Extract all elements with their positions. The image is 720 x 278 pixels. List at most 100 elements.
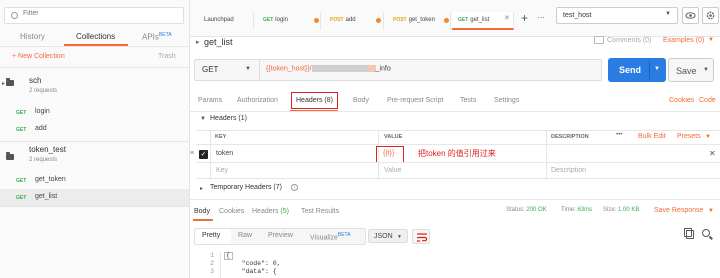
time-label: Time: xyxy=(561,207,576,213)
eye-icon[interactable] xyxy=(682,7,699,24)
description-input[interactable]: Description xyxy=(551,167,586,174)
more-tabs-button[interactable]: ··· xyxy=(537,13,545,22)
save-button[interactable]: Save ▼ xyxy=(668,58,714,82)
tab-apis-label: APIs xyxy=(142,32,159,42)
tab-add[interactable]: POST add xyxy=(322,12,384,30)
new-collection-button[interactable]: + New Collection xyxy=(12,53,65,60)
request-item-add[interactable]: add xyxy=(35,125,47,132)
cookies-link[interactable]: Cookies xyxy=(669,97,694,104)
response-tab-cookies[interactable]: Cookies xyxy=(219,208,244,215)
collapse-arrow-icon[interactable]: ▸ xyxy=(196,38,200,46)
drag-handle-icon[interactable]: ≡ xyxy=(190,150,194,157)
temporary-headers-toggle[interactable]: Temporary Headers (7) xyxy=(210,184,282,191)
more-options-icon[interactable]: ••• xyxy=(616,132,622,138)
request-item-get-list[interactable]: get_list xyxy=(35,193,57,200)
header-key[interactable]: token xyxy=(216,150,233,157)
filter-input[interactable] xyxy=(23,10,173,17)
bulk-edit-link[interactable]: Bulk Edit xyxy=(638,133,666,140)
chevron-down-icon[interactable]: ▼ xyxy=(703,67,709,73)
code-link[interactable]: Code xyxy=(699,97,716,104)
divider xyxy=(649,61,650,79)
collapse-arrow-icon[interactable]: ▸ xyxy=(2,80,5,87)
view-raw[interactable]: Raw xyxy=(238,232,252,239)
trash-link[interactable]: Trash xyxy=(158,53,176,60)
presets-link[interactable]: Presets xyxy=(677,133,701,140)
expand-arrow-icon[interactable]: ▼ xyxy=(200,116,206,122)
redacted-url-segment xyxy=(311,65,368,72)
tab-tests[interactable]: Tests xyxy=(460,97,476,104)
delete-row-icon[interactable]: ✕ xyxy=(709,149,716,158)
tab-login[interactable]: GET login xyxy=(255,12,321,30)
view-pretty[interactable]: Pretty xyxy=(202,232,220,239)
tab-get-token[interactable]: POST get_token xyxy=(385,12,451,30)
row-enabled-checkbox[interactable]: ✓ xyxy=(199,150,208,159)
tab-pre-request-script[interactable]: Pre-request Script xyxy=(387,97,443,104)
view-visualize[interactable]: VisualizeBETA xyxy=(310,232,351,241)
send-button[interactable]: Send ▼ xyxy=(608,58,666,82)
view-preview[interactable]: Preview xyxy=(268,232,293,239)
gear-icon[interactable] xyxy=(702,7,719,24)
code-line: "data": { xyxy=(226,268,277,275)
value-input[interactable]: Value xyxy=(384,167,401,174)
tab-history[interactable]: History xyxy=(20,32,45,41)
tab-body[interactable]: Body xyxy=(353,97,369,104)
chevron-down-icon: ▼ xyxy=(708,208,714,214)
column-value: VALUE xyxy=(384,134,403,140)
tab-apis[interactable]: APIsBETA xyxy=(142,32,172,42)
filter-field[interactable] xyxy=(4,7,184,24)
chevron-down-icon[interactable]: ▼ xyxy=(654,66,660,72)
tab-params[interactable]: Params xyxy=(198,97,222,104)
request-item-get-token[interactable]: get_token xyxy=(35,176,66,183)
tab-launchpad[interactable]: Launchpad xyxy=(192,12,254,30)
expand-arrow-icon[interactable]: ▸ xyxy=(200,185,203,192)
environment-value: test_host xyxy=(563,12,592,19)
collection-count: 2 requests xyxy=(29,88,58,94)
divider xyxy=(190,199,720,200)
beta-badge: BETA xyxy=(158,32,172,38)
request-method: GET xyxy=(16,178,27,184)
tab-settings[interactable]: Settings xyxy=(494,97,519,104)
response-tab-test-results[interactable]: Test Results xyxy=(301,208,339,215)
collection-name[interactable]: token_test xyxy=(29,145,66,154)
new-tab-button[interactable]: + xyxy=(521,11,528,25)
response-tab-headers[interactable]: Headers (5) xyxy=(252,208,289,215)
header-value[interactable]: {{t}} xyxy=(383,150,394,157)
send-label: Send xyxy=(619,65,642,75)
format-select[interactable]: JSON ▼ xyxy=(368,229,408,243)
request-name[interactable]: get_list xyxy=(204,37,233,47)
chevron-down-icon: ▼ xyxy=(397,234,402,240)
info-icon[interactable]: i xyxy=(291,184,298,191)
url-input[interactable]: {{token_host}}/ _info xyxy=(266,65,391,72)
examples-link[interactable]: Examples (0) xyxy=(663,37,704,44)
selected-row xyxy=(0,189,189,206)
search-icon xyxy=(11,12,18,19)
tab-label: get_list xyxy=(470,17,490,23)
divider xyxy=(0,46,189,47)
request-item-login[interactable]: login xyxy=(35,108,50,115)
tab-collections[interactable]: Collections xyxy=(76,32,115,41)
method-select[interactable]: GET ▼ xyxy=(194,59,260,81)
size-label: Size: xyxy=(603,207,617,213)
response-status: Status: 200 OK xyxy=(506,207,547,213)
tab-headers[interactable]: Headers (8) xyxy=(296,97,333,104)
search-icon-handle xyxy=(709,235,713,240)
environment-select[interactable]: test_host ▼ xyxy=(556,7,678,24)
folder-icon xyxy=(6,152,14,160)
collection-name[interactable]: sch xyxy=(29,76,41,85)
divider xyxy=(190,111,720,112)
tab-authorization[interactable]: Authorization xyxy=(237,97,278,104)
close-tab-icon[interactable]: ✕ xyxy=(504,14,510,22)
code-line: { xyxy=(226,252,230,259)
column-divider xyxy=(546,130,547,178)
table-border xyxy=(196,130,720,131)
response-tab-body[interactable]: Body xyxy=(194,208,210,215)
key-input[interactable]: Key xyxy=(216,167,228,174)
wrap-lines-button[interactable] xyxy=(412,229,430,244)
save-response-button[interactable]: Save Response xyxy=(654,207,703,214)
comments-link[interactable]: Comments (0) xyxy=(607,37,651,44)
request-method: GET xyxy=(16,195,27,201)
chevron-down-icon: ▼ xyxy=(705,134,711,140)
column-key: KEY xyxy=(215,134,227,140)
line-number: 1 xyxy=(210,252,214,259)
gutter-divider xyxy=(220,252,221,278)
